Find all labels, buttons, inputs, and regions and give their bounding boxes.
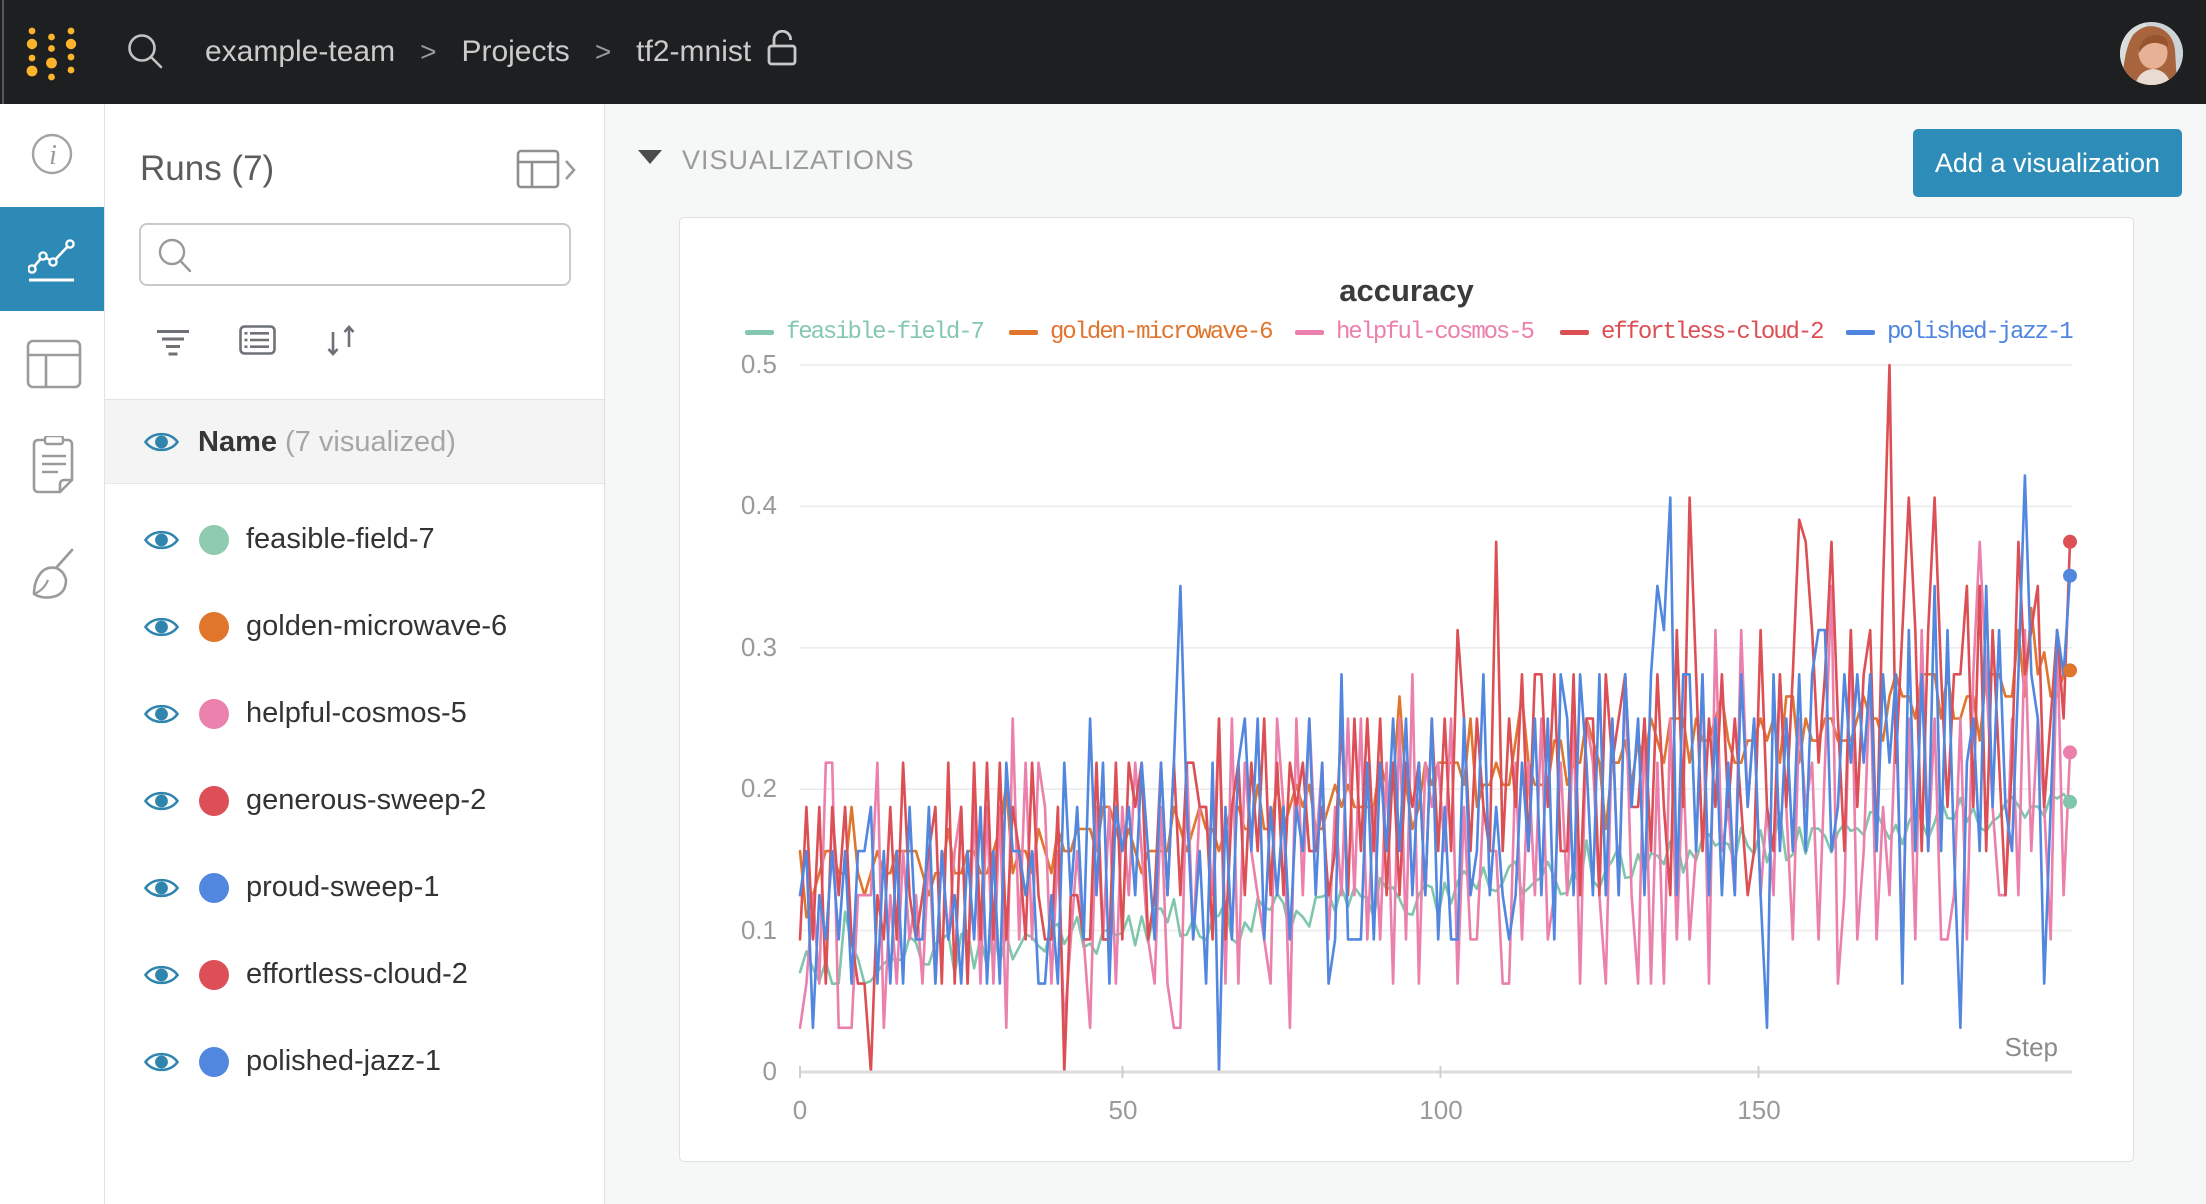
svg-text:i: i bbox=[49, 140, 57, 171]
